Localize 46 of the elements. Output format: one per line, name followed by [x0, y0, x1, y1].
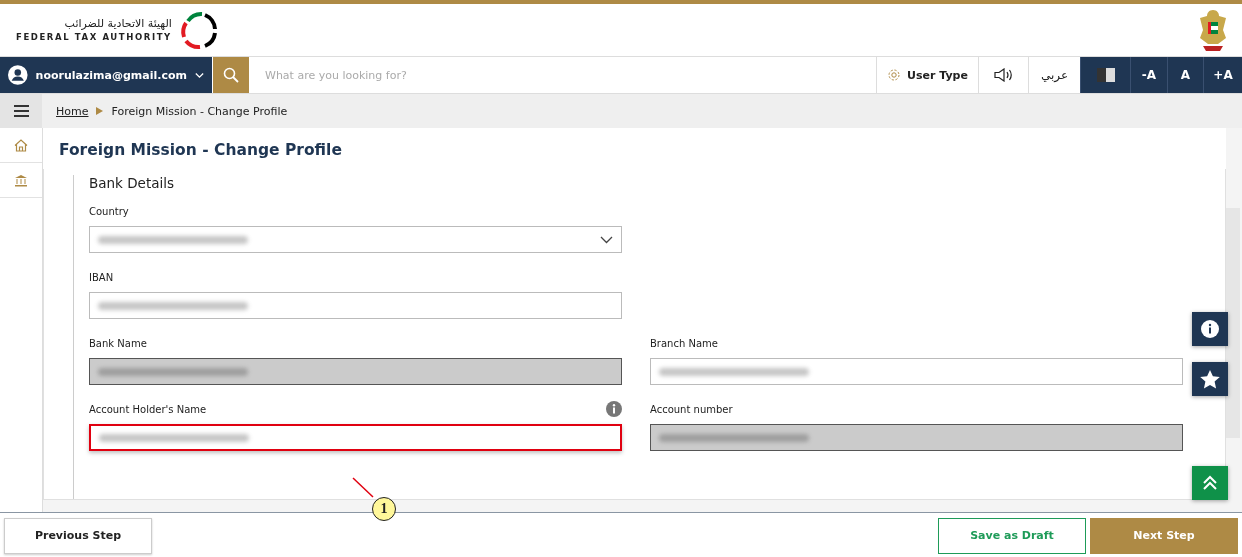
field-label: Branch Name — [650, 337, 718, 349]
scroll-top-button[interactable] — [1192, 466, 1228, 500]
save-draft-button[interactable]: Save as Draft — [938, 517, 1086, 554]
previous-step-button[interactable]: Previous Step — [4, 517, 152, 554]
font-size-button[interactable]: -A — [1130, 57, 1167, 93]
callout-number: 1 — [372, 497, 396, 521]
bank-icon — [14, 173, 28, 187]
leader-line — [352, 477, 374, 498]
breadcrumb-link[interactable]: Home — [56, 104, 89, 118]
speaker-icon — [993, 68, 1014, 82]
double-chevron-up-icon — [1202, 475, 1218, 491]
field-label: Country — [89, 205, 129, 217]
font-size-button[interactable]: A — [1167, 57, 1203, 93]
field-label: Account number — [650, 403, 733, 415]
user-menu[interactable]: noorulazima@gmail.com — [0, 57, 212, 93]
section-title: Bank Details — [89, 175, 175, 191]
text-field[interactable] — [650, 358, 1183, 385]
text-field[interactable] — [89, 424, 622, 451]
info-icon — [1200, 319, 1220, 339]
star-icon — [1200, 369, 1220, 389]
text-field[interactable] — [89, 292, 622, 319]
favorite-button[interactable] — [1192, 362, 1228, 396]
user-avatar-icon — [8, 63, 28, 87]
logo-text: FEDERAL TAX AUTHORITY — [16, 32, 172, 43]
font-size-button[interactable]: +A — [1203, 57, 1242, 93]
breadcrumb-current: Foreign Mission - Change Profile — [111, 104, 288, 118]
field-label: Bank Name — [89, 337, 147, 349]
page-title: Foreign Mission - Change Profile — [43, 128, 1226, 169]
menu-icon — [13, 105, 29, 117]
info-button[interactable] — [1192, 312, 1228, 346]
breadcrumb-arrow-icon — [96, 107, 104, 115]
home-icon — [14, 138, 28, 152]
chevron-down-icon — [195, 71, 204, 79]
national-emblem-icon — [1198, 8, 1228, 52]
menu-button[interactable] — [0, 94, 42, 128]
field-label: IBAN — [89, 271, 114, 283]
contrast-button[interactable] — [1080, 57, 1130, 93]
chevron-down-icon — [600, 235, 613, 244]
search-button[interactable] — [213, 57, 249, 93]
field-label: Account Holder's Name — [89, 403, 207, 415]
logo-arabic-text: الهيئة الاتحادية للضرائب — [64, 17, 172, 30]
info-icon[interactable] — [606, 401, 622, 417]
scrollbar[interactable] — [1226, 208, 1240, 438]
search-icon — [223, 67, 239, 83]
settings-icon — [887, 68, 902, 82]
contrast-icon — [1096, 68, 1115, 82]
